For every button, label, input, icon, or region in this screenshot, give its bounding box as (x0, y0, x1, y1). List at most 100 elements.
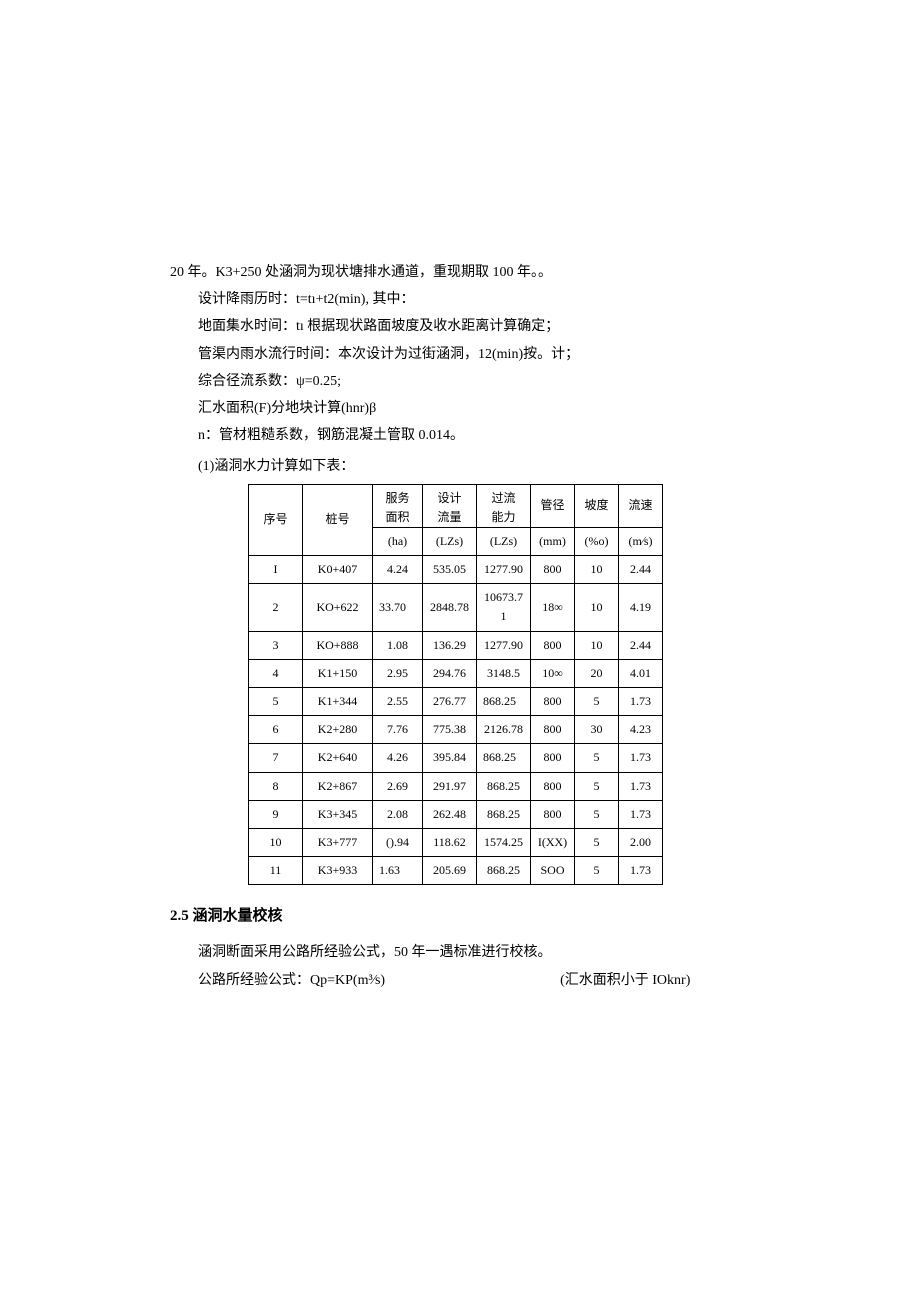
cell-design: 2848.78 (423, 584, 477, 631)
cell-slope: 5 (575, 772, 619, 800)
table-row: 9K3+3452.08262.48868.2580051.73 (249, 800, 663, 828)
cell-n: 3 (249, 631, 303, 659)
cell-dia: 10∞ (531, 659, 575, 687)
th-area-a: 服务 (385, 491, 409, 505)
cell-pile: K2+640 (303, 744, 373, 772)
cell-cap: 10673.71 (477, 584, 531, 631)
formula-right: (汇水面积小于 IOknr) (560, 968, 690, 993)
cell-cap: 1574.25 (477, 828, 531, 856)
cell-area: 1.08 (373, 631, 423, 659)
cell-vel: 2.44 (619, 556, 663, 584)
cell-pile: KO+888 (303, 631, 373, 659)
cell-pile: K3+345 (303, 800, 373, 828)
th-area-1: 服务 面积 (373, 484, 423, 527)
cell-pile: K3+777 (303, 828, 373, 856)
th-vel-1: 流速 (619, 484, 663, 527)
th-cap-1: 过流 能力 (477, 484, 531, 527)
cell-cap: 2126.78 (477, 716, 531, 744)
cell-n: 7 (249, 744, 303, 772)
cell-cap: 868.25 (477, 800, 531, 828)
cell-dia: SOO (531, 857, 575, 885)
table-body: IK0+4074.24535.051277.90800102.442KO+622… (249, 556, 663, 885)
cell-pile: K1+150 (303, 659, 373, 687)
table-row: 8K2+8672.69291.97868.2580051.73 (249, 772, 663, 800)
th-slope-unit: (%o) (575, 527, 619, 555)
cell-n: 4 (249, 659, 303, 687)
cell-design: 136.29 (423, 631, 477, 659)
table-row: 10K3+777().94118.621574.25I(XX)52.00 (249, 828, 663, 856)
cell-design: 118.62 (423, 828, 477, 856)
cell-cap: 868.25 (477, 772, 531, 800)
table-head-row-1: 序号 桩号 服务 面积 设计 流量 过流 能力 管径 坡度 流速 (249, 484, 663, 527)
cell-dia: 800 (531, 744, 575, 772)
th-design-unit: (LZs) (423, 527, 477, 555)
cell-slope: 5 (575, 744, 619, 772)
intro-line-3: 地面集水时间：tı 根据现状路面坡度及收水距离计算确定； (170, 314, 750, 339)
cell-n: 6 (249, 716, 303, 744)
cell-vel: 1.73 (619, 688, 663, 716)
cell-pile: K0+407 (303, 556, 373, 584)
cell-slope: 10 (575, 584, 619, 631)
cell-n: 2 (249, 584, 303, 631)
th-cap-a: 过流 (491, 491, 515, 505)
cell-area: ().94 (373, 828, 423, 856)
cell-dia: 800 (531, 688, 575, 716)
section-2-5-heading: 2.5 涵洞水量校核 (170, 903, 750, 930)
th-area-b: 面积 (385, 510, 409, 524)
cell-area: 4.24 (373, 556, 423, 584)
cell-design: 262.48 (423, 800, 477, 828)
intro-line-5: 综合径流系数：ψ=0.25; (170, 369, 750, 394)
cell-area: 7.76 (373, 716, 423, 744)
cell-cap: 3148.5 (477, 659, 531, 687)
cell-slope: 20 (575, 659, 619, 687)
cell-dia: 18∞ (531, 584, 575, 631)
table-row: 11K3+9331.63205.69868.25SOO51.73 (249, 857, 663, 885)
th-seq: 序号 (249, 484, 303, 556)
table-row: 5K1+3442.55276.77868.2580051.73 (249, 688, 663, 716)
th-slope-1: 坡度 (575, 484, 619, 527)
th-area-unit: (ha) (373, 527, 423, 555)
section-2-5-p1: 涵洞断面采用公路所经验公式，50 年一遇标准进行校核。 (170, 940, 750, 965)
cell-pile: K2+867 (303, 772, 373, 800)
intro-line-4: 管渠内雨水流行时间：本次设计为过街涵洞，12(min)按。计； (170, 342, 750, 367)
cell-design: 294.76 (423, 659, 477, 687)
th-dia-unit: (mm) (531, 527, 575, 555)
cell-pile: K3+933 (303, 857, 373, 885)
cell-pile: K2+280 (303, 716, 373, 744)
table-row: 2KO+62233.702848.7810673.7118∞104.19 (249, 584, 663, 631)
cell-n: 9 (249, 800, 303, 828)
cell-design: 535.05 (423, 556, 477, 584)
intro-line-6: 汇水面积(F)分地块计算(hnr)β (170, 396, 750, 421)
cell-cap: 1277.90 (477, 556, 531, 584)
cell-vel: 1.73 (619, 772, 663, 800)
cell-n: 11 (249, 857, 303, 885)
cell-vel: 1.73 (619, 744, 663, 772)
cell-area: 4.26 (373, 744, 423, 772)
cell-design: 291.97 (423, 772, 477, 800)
cell-cap: 868.25 (477, 857, 531, 885)
cell-slope: 30 (575, 716, 619, 744)
table-row: IK0+4074.24535.051277.90800102.44 (249, 556, 663, 584)
cell-vel: 1.73 (619, 857, 663, 885)
cell-vel: 4.01 (619, 659, 663, 687)
table-row: 7K2+6404.26395.84868.2580051.73 (249, 744, 663, 772)
cell-vel: 4.23 (619, 716, 663, 744)
cell-area: 2.69 (373, 772, 423, 800)
cell-n: 10 (249, 828, 303, 856)
formula-left: 公路所经验公式：Qp=KP(m³∕s) (170, 968, 385, 993)
cell-vel: 2.00 (619, 828, 663, 856)
cell-pile: KO+622 (303, 584, 373, 631)
cell-pile: K1+344 (303, 688, 373, 716)
cell-vel: 4.19 (619, 584, 663, 631)
cell-slope: 5 (575, 688, 619, 716)
cell-slope: 10 (575, 631, 619, 659)
cell-n: I (249, 556, 303, 584)
cell-area: 1.63 (373, 857, 423, 885)
th-design-a: 设计 (437, 491, 461, 505)
cell-area: 33.70 (373, 584, 423, 631)
table-row: 4K1+1502.95294.763148.510∞204.01 (249, 659, 663, 687)
cell-dia: 800 (531, 716, 575, 744)
th-cap-b: 能力 (491, 510, 515, 524)
intro-line-2: 设计降雨历时：t=tı+t2(min), 其中： (170, 287, 750, 312)
cell-cap: 1277.90 (477, 631, 531, 659)
